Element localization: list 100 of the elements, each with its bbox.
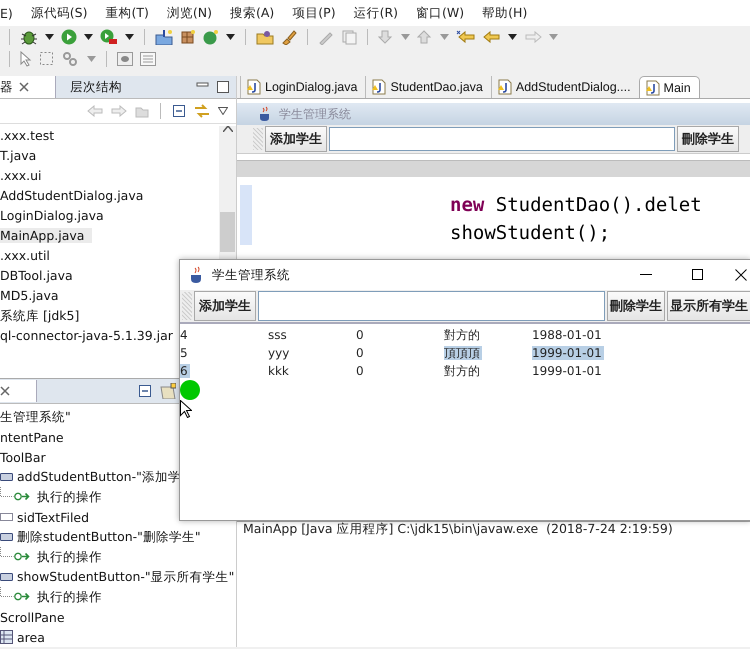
toolbar-grip[interactable]	[182, 292, 192, 320]
tree-item[interactable]: 执行的操作	[37, 548, 102, 566]
tree-item[interactable]: MD5.java	[0, 288, 67, 303]
caret-icon[interactable]	[45, 34, 54, 40]
tree-item[interactable]: 生管理系统"	[0, 408, 71, 426]
new-package-icon[interactable]	[180, 29, 196, 45]
new-class-icon[interactable]	[203, 29, 219, 45]
console-header: MainApp [Java 应用程序] C:\jdk15\bin\javaw.exe (2018-7-24 2:19:59)	[242, 522, 674, 536]
tree-item[interactable]: AddStudentDialog.java	[0, 188, 152, 203]
view-tab[interactable]: 器	[0, 76, 56, 98]
action-branch-icon	[0, 487, 30, 501]
table-cell-text: 4	[180, 328, 189, 342]
tree-item[interactable]: MainApp.java	[0, 228, 92, 243]
table-cell-text: 對方的	[444, 328, 481, 342]
table-cell: 1999-01-01	[532, 346, 604, 360]
scroll-up-icon[interactable]	[222, 126, 232, 132]
tree-item[interactable]: DBTool.java	[0, 268, 81, 283]
close-icon[interactable]	[0, 386, 10, 396]
close-icon[interactable]	[19, 82, 29, 92]
back-arrow-icon[interactable]	[483, 30, 501, 44]
chain-icon[interactable]	[62, 51, 80, 67]
menu-item[interactable]: 浏览(N)	[166, 4, 219, 22]
tree-item[interactable]: ntentPane	[0, 430, 64, 444]
maximize-icon	[692, 269, 704, 281]
table-cell-text: 0	[356, 346, 365, 360]
menu-item[interactable]: 窗口(W)	[416, 4, 472, 22]
caret-icon[interactable]	[508, 34, 517, 40]
code-line: new StudentDao().delet	[450, 193, 702, 218]
horizontal-scrollbar[interactable]	[237, 160, 750, 177]
menu-item[interactable]: E)	[0, 6, 20, 20]
tree-item[interactable]: LoginDialog.java	[0, 208, 112, 223]
form-icon[interactable]	[140, 51, 156, 67]
tree-item[interactable]: ToolBar	[0, 450, 46, 464]
view-tab[interactable]	[0, 380, 37, 402]
button-node-icon	[0, 472, 13, 482]
tree-item[interactable]: ScrollPane	[0, 610, 65, 624]
tree-item[interactable]: T.java	[0, 148, 44, 163]
view-menu-icon[interactable]	[218, 107, 228, 115]
run-icon[interactable]	[61, 29, 77, 45]
table-cell-text: 0	[356, 364, 365, 378]
java-file-icon[interactable]	[247, 79, 261, 95]
java-file-icon[interactable]	[372, 79, 386, 95]
add-student-button[interactable]: 添加学生	[194, 291, 256, 321]
tree-item[interactable]: .xxx.test	[0, 128, 62, 143]
caret-icon[interactable]	[226, 34, 235, 40]
show-all-button[interactable]: 显示所有学生	[667, 291, 750, 321]
menu-item[interactable]: 源代码(S)	[30, 4, 94, 22]
menu-item[interactable]: 帮助(H)	[482, 4, 534, 22]
tree-item[interactable]: 删除studentButton-"删除学生"	[17, 528, 201, 546]
marquee-icon[interactable]	[39, 51, 55, 67]
pointer-icon[interactable]	[20, 51, 32, 67]
tree-item[interactable]: ql-connector-java-5.1.39.jar	[0, 328, 181, 343]
table-cell-text: 1988-01-01	[532, 328, 603, 342]
add-student-button[interactable]: 添加学生	[265, 126, 327, 152]
tree-item[interactable]: 执行的操作	[37, 488, 102, 506]
table-cell: 6	[180, 364, 190, 378]
tree-item[interactable]: 执行的操作	[37, 588, 102, 606]
collapse-all-icon[interactable]	[138, 384, 152, 398]
bug-icon[interactable]	[20, 29, 38, 45]
tree-item[interactable]: area	[17, 630, 45, 644]
menu-item[interactable]: 搜索(A)	[230, 4, 282, 22]
open-folder-icon[interactable]	[256, 29, 274, 45]
editor-tab[interactable]: LoginDialog.java	[240, 76, 366, 98]
editor-tab[interactable]: Main	[638, 76, 700, 98]
sort-icon[interactable]	[160, 383, 176, 399]
tree-item[interactable]: .xxx.util	[0, 248, 58, 263]
menu-item[interactable]: 项目(P)	[292, 4, 343, 22]
action-branch-icon	[0, 547, 30, 561]
menu-item[interactable]: 重构(T)	[105, 4, 156, 22]
tree-item[interactable]: .xxx.ui	[0, 168, 50, 183]
brush-icon[interactable]	[281, 29, 297, 45]
scroll-thumb[interactable]	[220, 212, 235, 252]
table-cell: 頂頂頂	[444, 346, 482, 360]
caret-icon[interactable]	[84, 34, 93, 40]
java-file-icon[interactable]	[646, 80, 660, 96]
close-icon	[735, 269, 747, 281]
new-project-icon[interactable]	[155, 29, 173, 45]
preview-icon[interactable]	[117, 51, 133, 67]
table-cell-text: 5	[180, 346, 189, 360]
table-cell-text: kkk	[268, 364, 290, 378]
grid-icon	[0, 630, 13, 644]
java-file-icon[interactable]	[498, 79, 512, 95]
table-cell-text: yyy	[268, 346, 290, 360]
menu-item[interactable]: 运行(R)	[354, 4, 406, 22]
tree-item[interactable]: sidTextFiled	[17, 510, 90, 524]
toolbar-grip[interactable]	[253, 128, 263, 150]
delete-student-button[interactable]: 刪除学生	[677, 126, 739, 152]
student-id-field[interactable]	[329, 127, 675, 151]
tree-item[interactable]: addStudentButton-"添加学	[17, 468, 181, 486]
code-line: showStudent();	[450, 221, 612, 246]
last-edit-icon[interactable]	[456, 30, 476, 44]
delete-student-button[interactable]: 刪除学生	[607, 291, 665, 321]
tree-item[interactable]: showStudentButton-"显示所有学生"	[17, 568, 234, 586]
action-branch-icon	[0, 587, 30, 601]
collapse-all-icon[interactable]	[172, 104, 186, 118]
caret-icon[interactable]	[125, 34, 134, 40]
student-id-field[interactable]	[258, 291, 605, 321]
run-tool-icon[interactable]	[100, 29, 118, 45]
maximize-icon[interactable]	[216, 80, 230, 94]
tree-item[interactable]: 系统库 [jdk5]	[0, 308, 88, 323]
